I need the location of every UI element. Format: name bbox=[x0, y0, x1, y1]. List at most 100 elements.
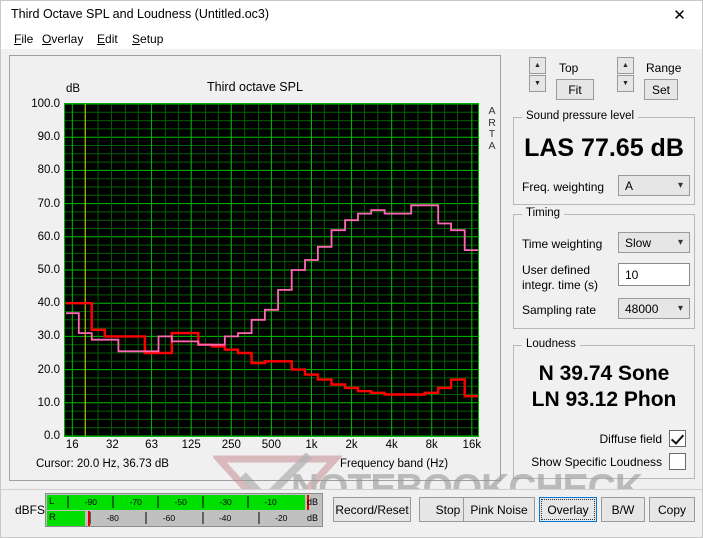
meter-tick-label: -40 bbox=[218, 513, 232, 523]
b-w-button[interactable]: B/W bbox=[601, 497, 645, 522]
meter-tick-label: -90 bbox=[84, 497, 97, 507]
user-integration-time-value: 10 bbox=[625, 268, 639, 282]
arta-logo-label: ARTA bbox=[488, 105, 496, 152]
y-axis-label: dB bbox=[66, 83, 81, 95]
meter-unit-label: dB bbox=[306, 513, 318, 523]
menu-bar: File Overlay Edit Setup bbox=[1, 28, 702, 49]
meter-tick-mark bbox=[258, 512, 260, 524]
menu-item-edit[interactable]: Edit bbox=[94, 31, 121, 47]
range-spinner-up-icon[interactable]: ▲ bbox=[617, 57, 634, 74]
x-axis-ticks: 16 32 63 125 250 500 1k 2k 4k 8k 16k bbox=[64, 439, 481, 457]
specific-loudness-checkbox[interactable] bbox=[669, 453, 686, 470]
range-spinner-down-icon[interactable]: ▼ bbox=[617, 75, 634, 92]
meter-peak-marker bbox=[88, 511, 91, 526]
user-time-label-line1: User defined bbox=[522, 263, 591, 277]
set-button[interactable]: Set bbox=[644, 79, 678, 100]
meter-tick-label: -20 bbox=[275, 513, 288, 523]
y-tick-label: 40.0 bbox=[37, 297, 60, 310]
x-tick-label: 2k bbox=[345, 439, 358, 451]
freq-weighting-value: A bbox=[625, 179, 634, 193]
x-axis-label: Frequency band (Hz) bbox=[340, 458, 449, 470]
x-tick-label: 1k bbox=[305, 439, 318, 451]
x-tick-label: 32 bbox=[105, 439, 119, 451]
meter-tick-label: -60 bbox=[162, 513, 176, 523]
user-integration-time-input[interactable]: 10 bbox=[618, 263, 690, 286]
arta-third-octave-window: Third Octave SPL and Loudness (Untitled.… bbox=[0, 0, 703, 538]
y-tick-label: 10.0 bbox=[37, 396, 60, 409]
y-tick-label: 0.0 bbox=[44, 430, 60, 442]
x-tick-label: 16 bbox=[65, 439, 79, 451]
timing-group: Timing Time weighting Slow ▾ User define… bbox=[513, 207, 695, 329]
y-tick-label: 30.0 bbox=[37, 330, 60, 343]
menu-item-file[interactable]: File bbox=[11, 31, 36, 47]
meter-tick-mark bbox=[202, 496, 204, 508]
y-tick-label: 50.0 bbox=[37, 264, 60, 276]
menu-item-overlay[interactable]: Overlay bbox=[39, 31, 86, 47]
time-weighting-select[interactable]: Slow ▾ bbox=[618, 232, 690, 253]
meter-tick-mark bbox=[67, 496, 69, 508]
meter-tick-label: -30 bbox=[219, 497, 232, 507]
y-tick-label: 80.0 bbox=[37, 164, 60, 177]
chart-panel[interactable]: Third octave SPL dB 0.0 10.0 20.0 30.0 40.0 5… bbox=[9, 55, 501, 481]
level-meters: L -90 -70 -50 -30 -10 dB R -80 -60 -40 -20 dB bbox=[45, 493, 323, 527]
x-tick-label: 125 bbox=[181, 439, 201, 451]
meter-channel-label: L bbox=[49, 496, 55, 507]
range-spinner[interactable]: ▲ ▼ bbox=[617, 57, 634, 93]
y-axis-ticks: 0.0 10.0 20.0 30.0 40.0 50.0 60.0 70.0 80.0 90.0 1… bbox=[10, 98, 60, 442]
meter-unit-label: dB bbox=[306, 497, 318, 507]
y-tick-label: 20.0 bbox=[37, 363, 60, 376]
y-tick-label: 100.0 bbox=[31, 98, 60, 110]
y-tick-label: 60.0 bbox=[37, 230, 60, 243]
meter-tick-label: -10 bbox=[264, 497, 277, 507]
y-tick-label: 70.0 bbox=[37, 197, 60, 210]
copy-button[interactable]: Copy bbox=[649, 497, 695, 522]
level-meter-right: R -80 -60 -40 -20 dB bbox=[47, 511, 321, 526]
x-tick-label: 250 bbox=[221, 439, 241, 451]
record-reset-button[interactable]: Record/Reset bbox=[333, 497, 411, 522]
diffuse-field-row[interactable]: Diffuse field bbox=[514, 430, 686, 447]
top-spinner[interactable]: ▲ ▼ bbox=[529, 57, 546, 93]
top-spinner-up-icon[interactable]: ▲ bbox=[529, 57, 546, 74]
spl-value: LAS 77.65 dB bbox=[524, 134, 684, 162]
level-meter-left: L -90 -70 -50 -30 -10 dB bbox=[47, 495, 321, 510]
top-spinner-down-icon[interactable]: ▼ bbox=[529, 75, 546, 92]
sampling-rate-select[interactable]: 48000 ▾ bbox=[618, 298, 690, 319]
meter-tick-label: -50 bbox=[174, 497, 187, 507]
time-weighting-value: Slow bbox=[625, 236, 652, 250]
chevron-down-icon: ▾ bbox=[677, 303, 683, 314]
x-tick-label: 63 bbox=[145, 439, 158, 451]
loudness-phon-value: LN 93.12 Phon bbox=[531, 388, 677, 411]
specific-loudness-row[interactable]: Show Specific Loudness bbox=[514, 453, 686, 470]
menu-item-setup[interactable]: Setup bbox=[129, 31, 166, 47]
time-weighting-label: Time weighting bbox=[522, 237, 603, 251]
meter-tick-mark bbox=[247, 496, 249, 508]
sampling-rate-value: 48000 bbox=[625, 302, 659, 316]
meter-tick-mark bbox=[112, 496, 114, 508]
meter-tick-mark bbox=[157, 496, 159, 508]
pink-noise-button[interactable]: Pink Noise bbox=[463, 497, 535, 522]
cursor-readout: Cursor: 20.0 Hz, 36.73 dB bbox=[36, 458, 169, 470]
diffuse-field-label: Diffuse field bbox=[599, 432, 662, 446]
freq-weighting-select[interactable]: A ▾ bbox=[618, 175, 690, 196]
meter-tick-label: -70 bbox=[129, 497, 142, 507]
x-tick-label: 8k bbox=[425, 439, 438, 451]
chevron-down-icon: ▾ bbox=[677, 180, 683, 191]
y-tick-label: 90.0 bbox=[37, 131, 60, 144]
plot-area[interactable] bbox=[64, 103, 479, 437]
fit-button[interactable]: Fit bbox=[556, 79, 594, 100]
meter-tick-mark bbox=[202, 512, 204, 524]
meter-tick-label: -80 bbox=[106, 513, 119, 523]
sound-pressure-group: Sound pressure level LAS 77.65 dB Freq. … bbox=[513, 110, 695, 205]
top-label: Top bbox=[559, 61, 579, 75]
close-icon[interactable]: ✕ bbox=[657, 1, 702, 28]
loudness-group-title: Loudness bbox=[522, 338, 580, 350]
diffuse-field-checkbox[interactable] bbox=[669, 430, 686, 447]
sampling-rate-label: Sampling rate bbox=[522, 303, 597, 317]
loudness-group: Loudness N 39.74 Sone LN 93.12 Phon Diff… bbox=[513, 338, 695, 479]
freq-weighting-label: Freq. weighting bbox=[522, 180, 605, 194]
sound-pressure-group-title: Sound pressure level bbox=[522, 110, 639, 122]
title-bar: Third Octave SPL and Loudness (Untitled.… bbox=[1, 1, 702, 28]
chevron-down-icon: ▾ bbox=[677, 237, 683, 248]
overlay-button[interactable]: Overlay bbox=[539, 497, 597, 522]
window-title: Third Octave SPL and Loudness (Untitled.… bbox=[11, 7, 270, 21]
